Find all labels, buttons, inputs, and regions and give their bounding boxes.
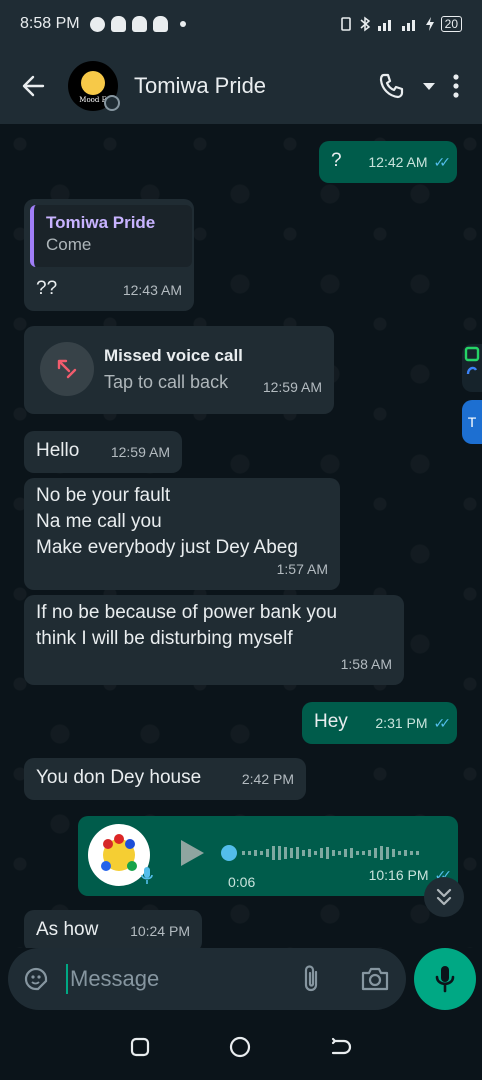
message-time: 12:42 AM [368,154,428,170]
system-navigation-bar [0,1014,482,1080]
message-text: As how [36,919,99,940]
message-time: 10:16 PM [368,867,429,883]
avatar-caption: Mood E [79,95,107,104]
message-time: 2:42 PM [241,771,294,787]
more-vertical-icon[interactable] [452,73,460,99]
message-line: Na me call you [36,511,162,532]
paperclip-icon[interactable] [300,964,324,994]
charging-icon [425,17,434,31]
message-meta: 1:57 AM [277,556,328,582]
snapchat-icon [152,16,168,32]
message-time: 12:59 AM [110,444,170,460]
system-icons: 20 [339,16,462,32]
avatar[interactable]: Mood E [68,61,120,111]
message-bubble-incoming[interactable]: If no be because of power bank you think… [24,595,404,685]
mic-icon [141,867,153,884]
signal-icon [401,20,415,31]
sticker-icon[interactable] [22,965,50,993]
battery-level: 20 [440,16,462,32]
arrow-left-icon [22,75,45,97]
dropdown-arrow-icon[interactable] [422,81,436,91]
notification-icons [89,16,186,32]
message-meta: 12:59 AM [263,374,322,400]
message-meta: 1:58 AM [341,651,392,677]
contact-name[interactable]: Tomiwa Pride [134,73,266,99]
message-bubble-incoming[interactable]: Tomiwa Pride Come ?? 12:43 AM [24,199,194,311]
voice-record-button[interactable] [414,948,476,1010]
message-time: 10:24 PM [130,923,190,939]
voice-note-bubble[interactable]: 0:06 10:16 PM ✓✓ [78,816,458,896]
message-time: 2:31 PM [375,715,428,731]
status-time: 8:58 PM [20,15,80,32]
header-actions [378,72,460,100]
message-meta: 12:59 AM [111,439,170,465]
signal-icon [377,20,391,31]
shortcut-icon [464,346,480,375]
quoted-sender: Tomiwa Pride [46,213,156,232]
missed-call-subtitle[interactable]: Tap to call back [104,369,228,395]
message-bubble-incoming[interactable]: As how 10:24 PM [24,910,202,948]
bluetooth-icon [360,16,370,32]
snapchat-icon [110,16,126,32]
quoted-message[interactable]: Tomiwa Pride Come [30,205,192,267]
voice-duration: 0:06 [228,874,256,890]
message-bubble-outgoing[interactable]: ? 12:42 AM ✓✓ [319,141,457,183]
read-receipt-icon: ✓✓ [433,715,452,731]
message-bubble-outgoing[interactable]: Hey 2:31 PM ✓✓ [302,702,457,744]
message-line: think I will be disturbing myself [36,628,293,649]
missed-call-icon [40,342,94,396]
vibrate-icon [340,17,351,31]
floating-shortcut[interactable] [462,344,482,392]
message-input[interactable] [70,966,270,992]
read-receipt-icon: ✓✓ [433,154,452,170]
message-text: You don Dey house [36,767,202,788]
home-icon[interactable] [228,1035,252,1059]
chat-header: Mood E Tomiwa Pride [0,48,482,124]
message-line: No be your fault [36,485,171,506]
voice-waveform[interactable] [220,843,442,863]
play-icon[interactable] [178,838,206,868]
text-cursor [66,964,68,994]
back-nav-icon[interactable] [329,1036,353,1058]
chat-area[interactable]: ? 12:42 AM ✓✓ Tomiwa Pride Come ?? 12:43… [0,124,482,948]
message-time: 12:43 AM [122,282,182,298]
status-update-icon [104,95,120,111]
message-composer [0,948,482,1014]
message-time: 1:58 AM [340,656,392,672]
message-time: 12:59 AM [262,379,322,395]
back-button[interactable] [18,71,48,101]
emoji-face [81,70,105,95]
status-bar: 8:58 PM 20 [0,0,482,48]
message-time: 1:57 AM [276,561,328,577]
message-text: Hello [36,440,80,461]
mic-icon [435,966,455,993]
recent-apps-icon[interactable] [129,1036,151,1058]
message-text: Hey [314,711,348,732]
message-meta: 2:31 PM ✓✓ [375,710,452,736]
message-meta: 2:42 PM [242,766,294,792]
translate-icon: T [467,414,477,430]
double-chevron-down-icon [436,888,452,906]
message-meta: 10:24 PM [130,918,190,944]
message-line: If no be because of power bank you [36,602,338,623]
message-text: ?? [36,278,58,299]
message-line: Make everybody just Dey Abeg [36,537,298,558]
phone-icon[interactable] [378,72,406,100]
snapchat-icon [131,16,147,32]
message-text: ? [331,150,342,171]
message-bubble-incoming[interactable]: No be your fault Na me call you Make eve… [24,478,340,590]
missed-call-bubble[interactable]: Missed voice call Tap to call back 12:59… [24,326,334,414]
quoted-text: Come [46,235,92,254]
message-bubble-incoming[interactable]: You don Dey house 2:42 PM [24,758,306,800]
facebook-icon [89,16,105,32]
message-meta: 12:42 AM ✓✓ [368,149,452,175]
camera-icon[interactable] [360,966,390,992]
translate-shortcut[interactable]: T [462,400,482,444]
more-notifications-dot [179,21,186,27]
message-bubble-incoming[interactable]: Hello 12:59 AM [24,431,182,473]
scroll-to-bottom-button[interactable] [424,877,464,917]
missed-call-title: Missed voice call [104,346,243,365]
message-input-box[interactable] [8,948,406,1010]
message-meta: 12:43 AM [123,277,182,303]
